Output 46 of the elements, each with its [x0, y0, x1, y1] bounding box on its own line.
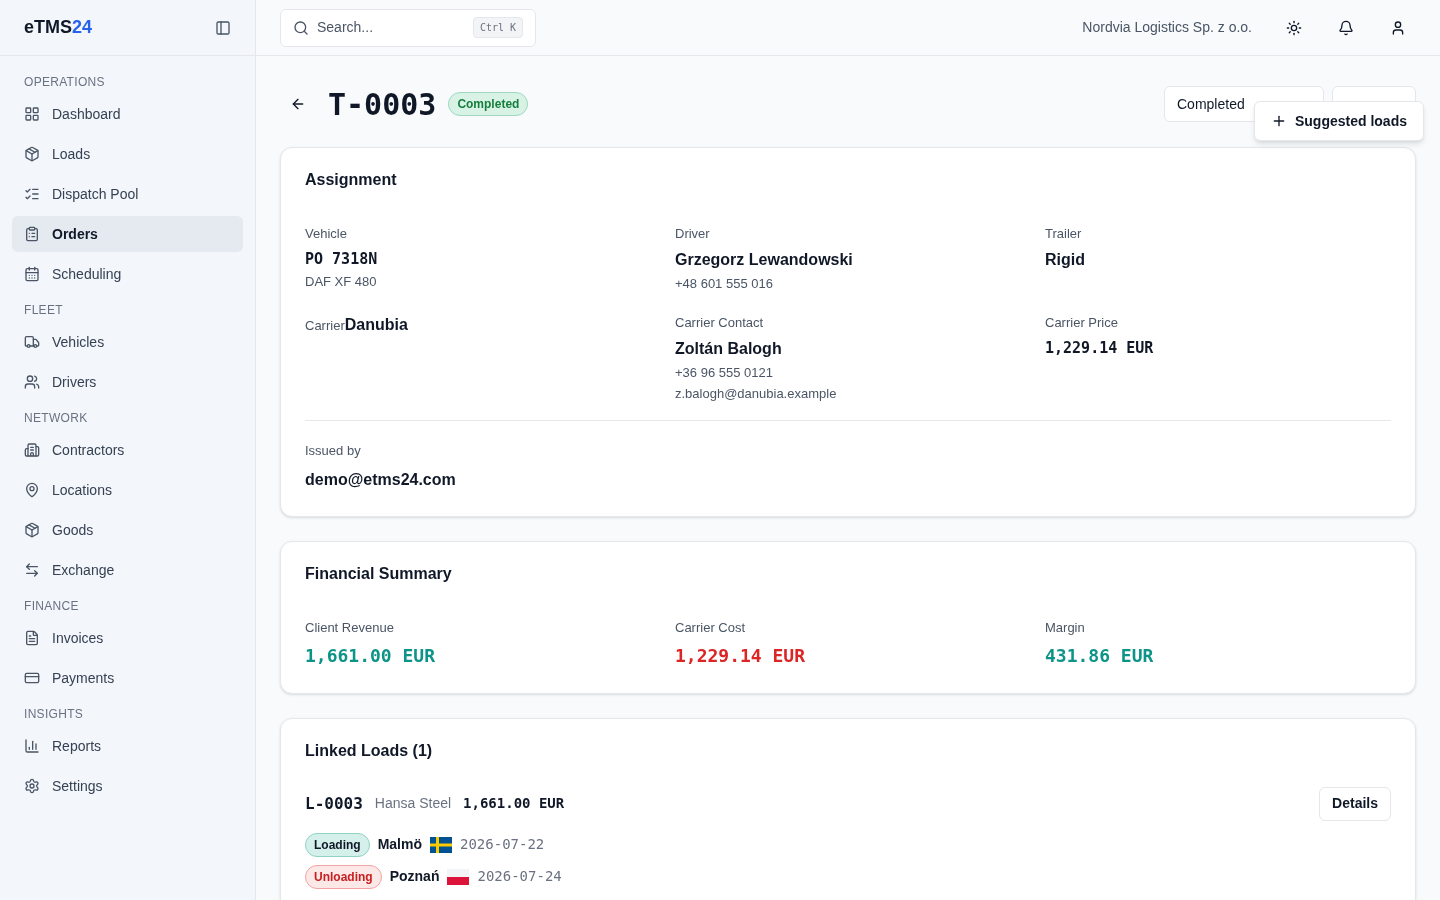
stop-date: 2026-07-22 [460, 835, 545, 854]
metric-label: Margin [1045, 619, 1086, 637]
load-amount: 1,661.00 EUR [463, 794, 565, 813]
status-badge: Completed [448, 92, 529, 116]
field-value: Rigid [1045, 249, 1086, 270]
logo: eTMS24 [24, 16, 93, 39]
field-value: PO 7318N [305, 248, 379, 270]
field-label: Carrier [305, 317, 345, 335]
metric-label: Client Revenue [305, 619, 395, 637]
metric-value: 431.86 EUR [1045, 643, 1155, 668]
section-heading: FLEET [23, 302, 64, 319]
field-label: Carrier Contact [675, 314, 765, 332]
field-value: 1,229.14 EUR [1045, 337, 1155, 359]
field-detail: +36 96 555 0121 [675, 363, 774, 382]
card-title: Linked Loads (1) [305, 740, 434, 761]
city-name: Poznań [389, 867, 440, 886]
card-title: Financial Summary [305, 564, 453, 584]
company-name: Nordvia Logistics Sp. z o.o. [1082, 18, 1252, 37]
page-title: T-0003 [328, 85, 437, 124]
client-name: Hansa Steel [374, 794, 452, 813]
section-heading: INSIGHTS [23, 706, 85, 723]
metric-label: Carrier Cost [675, 619, 747, 637]
field-label: Issued by [305, 441, 362, 460]
shortcut-hint: Ctrl K [472, 17, 523, 38]
section-heading: NETWORK [23, 410, 89, 427]
field-value: demo@etms24.com [305, 470, 457, 490]
field-label: Trailer [1045, 225, 1083, 243]
field-label: Vehicle [305, 225, 348, 243]
field-value: Grzegorz Lewandowski [675, 249, 854, 270]
section-heading: FINANCE [23, 598, 80, 615]
section-heading: OPERATIONS [23, 74, 106, 91]
field-detail: +48 601 555 016 [675, 274, 774, 293]
stop-type-badge: Loading [305, 832, 370, 857]
card-title: Assignment [305, 170, 398, 190]
field-value: Zoltán Balogh [675, 338, 783, 359]
metric-value: 1,661.00 EUR [305, 643, 437, 668]
field-value: Danubia [344, 315, 408, 335]
stop-type-badge: Unloading [305, 864, 382, 889]
load-id: L-0003 [305, 792, 363, 815]
city-name: Malmö [377, 835, 422, 854]
stop-date: 2026-07-24 [477, 867, 562, 886]
field-detail: DAF XF 480 [305, 273, 378, 291]
field-label: Driver [675, 225, 711, 243]
field-detail: z.balogh@danubia.example [675, 385, 838, 403]
field-label: Carrier Price [1045, 314, 1119, 332]
metric-value: 1,229.14 EUR [675, 643, 807, 668]
